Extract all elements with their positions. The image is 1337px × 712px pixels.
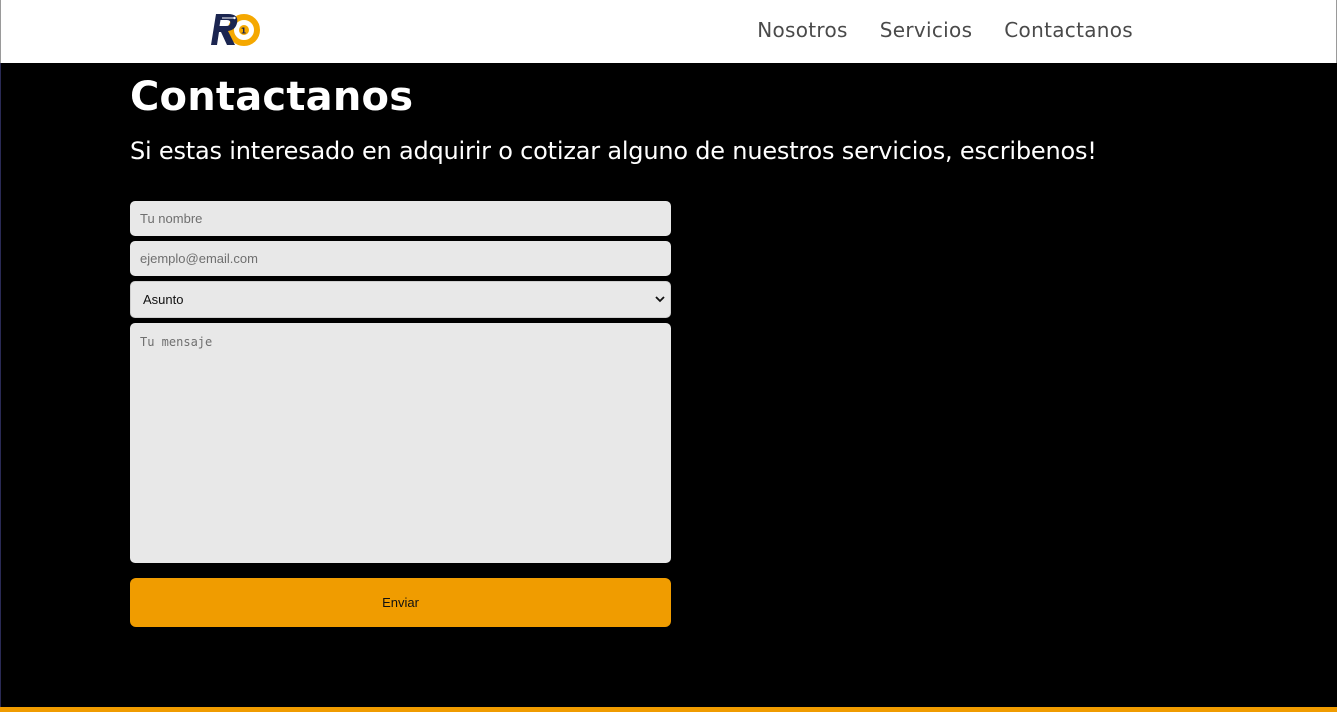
subject-select[interactable]: Asunto — [130, 281, 671, 318]
nav-link-servicios[interactable]: Servicios — [880, 16, 973, 44]
footer-accent-bar — [0, 707, 1337, 712]
contact-section: Contactanos Si estas interesado en adqui… — [0, 63, 1337, 707]
email-input[interactable] — [130, 241, 671, 276]
send-button[interactable]: Enviar — [130, 578, 671, 627]
main-nav: Nosotros Servicios Contactanos — [757, 16, 1133, 44]
message-textarea[interactable] — [130, 323, 671, 563]
nav-link-contactanos[interactable]: Contactanos — [1004, 16, 1133, 44]
page-subtitle: Si estas interesado en adquirir o cotiza… — [130, 137, 1097, 165]
nav-link-nosotros[interactable]: Nosotros — [757, 16, 848, 44]
svg-text:1: 1 — [241, 27, 247, 36]
page-title: Contactanos — [130, 74, 414, 120]
top-navbar: 1 Nosotros Servicios Contactanos — [0, 0, 1337, 63]
logo-icon: 1 — [211, 14, 260, 46]
name-input[interactable] — [130, 201, 671, 236]
brand-logo[interactable]: 1 — [208, 10, 262, 48]
